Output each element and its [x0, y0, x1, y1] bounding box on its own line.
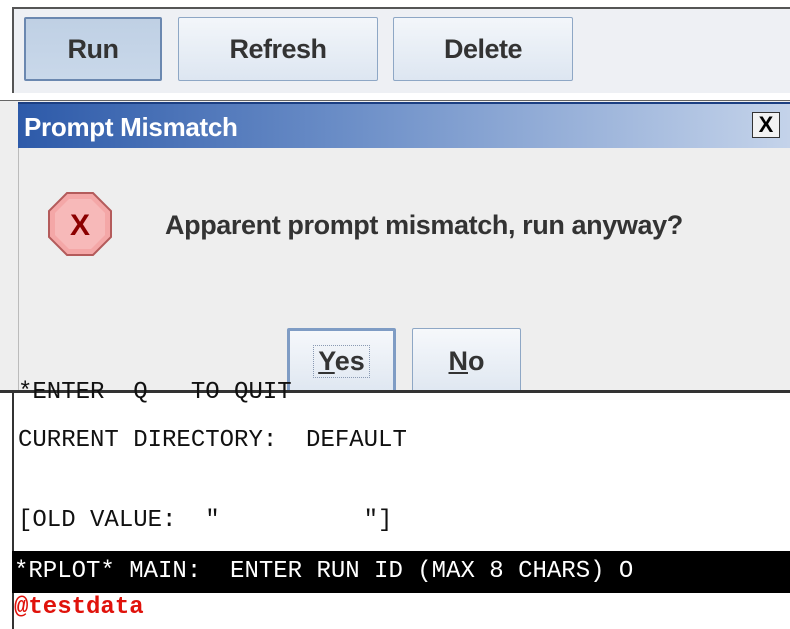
error-x-icon: X [48, 192, 112, 256]
console-input-text[interactable]: @testdata [14, 594, 144, 621]
prompt-mismatch-dialog: Prompt Mismatch X X Apparent prompt mism… [0, 100, 790, 394]
toolbar: Run Refresh Delete [0, 0, 790, 100]
yes-button-label: Yes [313, 344, 370, 378]
yes-button[interactable]: Yes [287, 328, 396, 394]
console-prompt-bar: *RPLOT* MAIN: ENTER RUN ID (MAX 8 CHARS)… [12, 551, 790, 593]
no-button[interactable]: No [412, 328, 521, 394]
no-button-label: No [448, 345, 485, 376]
console-line-directory: CURRENT DIRECTORY: DEFAULT [18, 427, 407, 454]
dialog-message: Apparent prompt mismatch, run anyway? [165, 210, 683, 240]
dialog-title-bar[interactable]: Prompt Mismatch X [18, 102, 790, 148]
run-button[interactable]: Run [24, 17, 162, 81]
console-line-old-value: [OLD VALUE: " "] [18, 507, 393, 534]
svg-text:X: X [70, 209, 90, 242]
dialog-title: Prompt Mismatch [24, 112, 238, 142]
refresh-button[interactable]: Refresh [178, 17, 378, 81]
delete-button[interactable]: Delete [393, 17, 573, 81]
console-prompt-text: *RPLOT* MAIN: ENTER RUN ID (MAX 8 CHARS)… [14, 558, 634, 585]
console-panel[interactable]: *ENTER Q TO QUIT CURRENT DIRECTORY: DEFA… [0, 379, 790, 629]
dialog-body: X Apparent prompt mismatch, run anyway? … [18, 148, 790, 394]
close-icon[interactable]: X [752, 112, 780, 138]
console-line-quit: *ENTER Q TO QUIT [18, 379, 292, 406]
